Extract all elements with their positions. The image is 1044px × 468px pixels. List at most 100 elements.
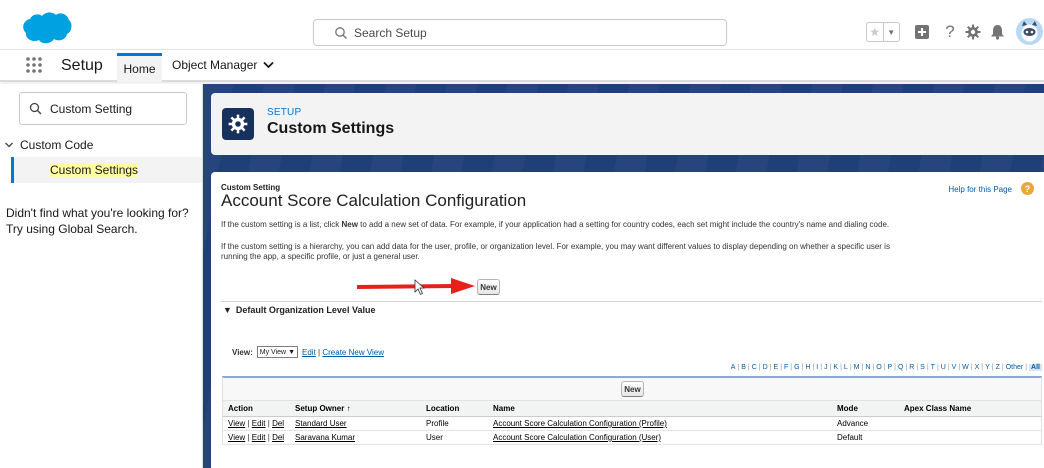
alpha-filter-r[interactable]: R <box>909 364 914 371</box>
alpha-separator: | <box>970 364 973 371</box>
column-header-setup-owner[interactable]: Setup Owner ↑ <box>290 400 421 417</box>
alpha-separator: | <box>872 364 875 371</box>
setup-owner-link[interactable]: Saravana Kumar <box>295 433 355 442</box>
apex-class-cell <box>899 416 1041 431</box>
global-header: ★ ▼ ? <box>0 0 1044 50</box>
section-title: Default Organization Level Value <box>235 305 376 315</box>
related-list: New Action Setup Owner ↑ Location Name M… <box>222 376 1042 445</box>
favorites-star-icon[interactable]: ★ <box>867 23 884 41</box>
search-input[interactable] <box>354 23 714 42</box>
alpha-filter-n[interactable]: N <box>865 364 870 371</box>
column-header-name[interactable]: Name <box>488 400 832 417</box>
column-header-apex-class-name[interactable]: Apex Class Name <box>899 400 1041 417</box>
tab-object-manager[interactable]: Object Manager <box>172 58 275 72</box>
alpha-filter-m[interactable]: M <box>854 364 860 371</box>
chevron-down-icon[interactable] <box>263 61 275 69</box>
name-link[interactable]: Account Score Calculation Configuration … <box>493 419 667 428</box>
view-select[interactable]: My View ▼ <box>256 346 299 358</box>
alpha-filter-s[interactable]: S <box>920 364 925 371</box>
view-link[interactable]: View <box>228 433 245 442</box>
del-link[interactable]: Del <box>272 419 284 428</box>
alpha-filter-p[interactable]: P <box>887 364 892 371</box>
page-header: SETUP Custom Settings <box>211 93 1044 155</box>
list-description: If the custom setting is a list, click N… <box>221 220 889 230</box>
alpha-separator: | <box>905 364 908 371</box>
view-link[interactable]: View <box>228 419 245 428</box>
alpha-filter-c[interactable]: C <box>752 364 757 371</box>
alpha-filter-h[interactable]: H <box>805 364 810 371</box>
location-cell: Profile <box>421 416 488 431</box>
alpha-separator: | <box>926 364 929 371</box>
location-cell: User <box>421 430 488 445</box>
setup-gear-icon <box>222 108 254 140</box>
alpha-filter-l[interactable]: L <box>844 364 848 371</box>
name-cell: Account Score Calculation Configuration … <box>488 430 832 445</box>
alpha-filter-u[interactable]: U <box>941 364 946 371</box>
avatar[interactable] <box>1016 18 1043 45</box>
section-default-org-level[interactable]: ▼ Default Organization Level Value <box>223 305 375 315</box>
name-link[interactable]: Account Score Calculation Configuration … <box>493 433 661 442</box>
salesforce-cloud-logo[interactable] <box>22 11 72 45</box>
edit-link[interactable]: Edit <box>252 419 266 428</box>
global-search[interactable] <box>313 19 727 46</box>
quick-find-input[interactable] <box>50 100 180 118</box>
alpha-separator: | <box>758 364 761 371</box>
edit-view-link[interactable]: Edit <box>302 348 316 357</box>
setup-owner-cell: Standard User <box>290 416 421 431</box>
chevron-down-icon[interactable]: ▼ <box>884 23 900 41</box>
alpha-filter-t[interactable]: T <box>931 364 935 371</box>
column-header-location[interactable]: Location <box>421 400 488 417</box>
help-for-this-page-link[interactable]: Help for this Page <box>948 185 1012 194</box>
del-link[interactable]: Del <box>272 433 284 442</box>
alpha-separator: | <box>747 364 750 371</box>
alpha-filter-d[interactable]: D <box>763 364 768 371</box>
description-text: If the custom setting is a list, click <box>221 220 342 229</box>
row-actions: View | Edit | Del <box>223 416 290 431</box>
alpha-filter-other[interactable]: Other <box>1006 364 1024 371</box>
help-text-line: Try using Global Search. <box>6 222 138 236</box>
sidebar-item-custom-settings[interactable]: Custom Settings <box>11 157 202 183</box>
page-title: Custom Settings <box>267 120 395 137</box>
new-button[interactable]: New <box>477 279 500 295</box>
alpha-filter-e[interactable]: E <box>774 364 779 371</box>
tab-home[interactable]: Home <box>117 53 162 82</box>
custom-setting-detail: Custom Setting Account Score Calculation… <box>211 172 1044 468</box>
alpha-filter-f[interactable]: F <box>784 364 788 371</box>
alpha-filter-o[interactable]: O <box>876 364 881 371</box>
tree-group-custom-code[interactable]: Custom Code <box>4 138 93 152</box>
view-label: View: <box>232 347 253 357</box>
alpha-separator: | <box>981 364 984 371</box>
alpha-filter-v[interactable]: V <box>952 364 957 371</box>
app-launcher-icon[interactable] <box>24 55 44 75</box>
alpha-separator: | <box>780 364 783 371</box>
description-line: If the custom setting is a hierarchy, yo… <box>221 242 890 251</box>
alpha-filter-i[interactable]: I <box>816 364 818 371</box>
alpha-filter-z[interactable]: Z <box>996 364 1000 371</box>
gear-icon[interactable] <box>964 23 982 41</box>
list-new-button[interactable]: New <box>621 381 644 397</box>
alpha-filter-k[interactable]: K <box>833 364 838 371</box>
alpha-filter-y[interactable]: Y <box>985 364 990 371</box>
edit-link[interactable]: Edit <box>252 433 266 442</box>
bell-icon[interactable] <box>988 23 1006 41</box>
description-bold: New <box>341 220 358 229</box>
alpha-filter-x[interactable]: X <box>975 364 980 371</box>
alpha-filter-a[interactable]: A <box>731 364 736 371</box>
help-icon[interactable]: ? <box>1021 182 1034 195</box>
create-new-view-link[interactable]: Create New View <box>322 348 384 357</box>
alpha-filter-w[interactable]: W <box>962 364 969 371</box>
alpha-filter-g[interactable]: G <box>794 364 799 371</box>
help-icon[interactable]: ? <box>941 22 959 41</box>
column-header-mode[interactable]: Mode <box>832 400 899 417</box>
setup-owner-link[interactable]: Standard User <box>295 419 347 428</box>
alpha-separator: | <box>1001 364 1004 371</box>
chevron-down-icon: ▼ <box>288 348 296 356</box>
add-icon[interactable] <box>913 23 931 41</box>
favorites-button-group[interactable]: ★ ▼ <box>866 22 900 42</box>
quick-find[interactable] <box>19 92 187 125</box>
alpha-filter-b[interactable]: B <box>741 364 746 371</box>
column-header-action: Action <box>223 400 290 417</box>
alpha-filter-j[interactable]: J <box>824 364 828 371</box>
alpha-filter-all[interactable]: All <box>1029 364 1042 371</box>
alpha-filter-q[interactable]: Q <box>898 364 903 371</box>
